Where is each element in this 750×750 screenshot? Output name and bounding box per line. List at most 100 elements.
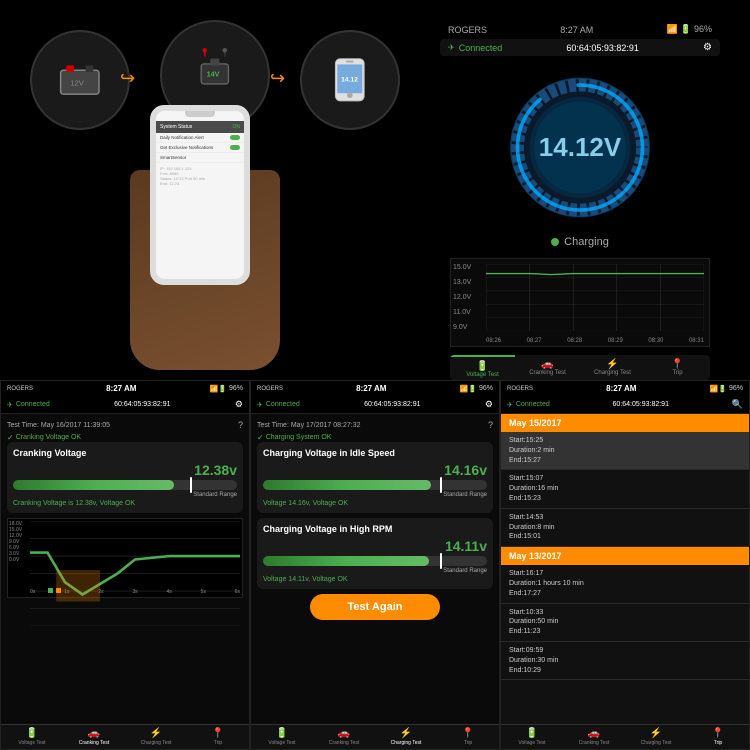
history-item-2[interactable]: Start:15:07Duration:16 minEnd:15:23: [501, 470, 749, 508]
tab-trip-p2[interactable]: 📍 Trip: [437, 728, 499, 746]
top-tab-trip[interactable]: 📍 Trip: [645, 355, 710, 380]
history-item-5[interactable]: Start:10:33Duration:50 minEnd:11:23: [501, 604, 749, 642]
mac-p2: 60:64:05:93:82:91: [364, 401, 420, 408]
mac-p1: 60:64:05:93:82:91: [114, 401, 170, 408]
history-item-4[interactable]: Start:16:17Duration:1 hours 10 minEnd:17…: [501, 565, 749, 603]
top-tab-bar: 🔋 Voltage Test 🚗 Cranking Test ⚡ Chargin…: [450, 355, 710, 380]
svg-text:12V: 12V: [70, 79, 85, 88]
history-item-3[interactable]: Start:14:53Duration:8 minEnd:15:01: [501, 509, 749, 547]
battery-top: 📶 🔋 96%: [667, 24, 712, 35]
idle-speed-card: Charging Voltage in Idle Speed 14.16v St…: [257, 442, 493, 513]
progress-bar-card1-p2: [263, 480, 487, 490]
gear-p2[interactable]: ⚙: [485, 399, 493, 410]
progress-bar-card2-p2: [263, 556, 487, 566]
tab-charging-p3[interactable]: ⚡ Charging Test: [625, 728, 687, 746]
tab-cranking-p3[interactable]: 🚗 Cranking Test: [563, 728, 625, 746]
screen-content-p2: Test Time: May 17/2017 08:27:32 ? ✓ Char…: [251, 414, 499, 724]
tab-voltage-p2[interactable]: 🔋 Voltage Test: [251, 728, 313, 746]
history-item-6[interactable]: Start:09:59Duration:30 minEnd:10:29: [501, 642, 749, 680]
tab-trip-p1[interactable]: 📍 Trip: [187, 728, 249, 746]
gear-button-top[interactable]: ⚙: [703, 42, 712, 53]
top-tab-charging[interactable]: ⚡ Charging Test: [580, 355, 645, 380]
tab-charging-p1[interactable]: ⚡ Charging Test: [125, 728, 187, 746]
connected-p2: Connected: [266, 401, 300, 408]
conn-bar-p2: ✈Connected 60:64:05:93:82:91 ⚙: [251, 396, 499, 414]
card2-voltage-p2: 14.11v: [263, 538, 487, 554]
test-again-button[interactable]: Test Again: [310, 594, 440, 620]
top-section: 12V ↩ 14V ↪: [0, 0, 750, 380]
sb-phone3: ROGERS 8:27 AM 📶🔋96%: [501, 381, 749, 396]
voltage-display-area: ROGERS 8:27 AM 📶 🔋 96% Connected 60:64:0…: [440, 20, 720, 380]
voltage-ring: 14.12V: [500, 74, 660, 221]
diagram-circle-1: 12V: [30, 30, 130, 130]
tab-cranking-p1[interactable]: 🚗 Cranking Test: [63, 728, 125, 746]
card1-voltage-p2: 14.16v: [263, 462, 487, 478]
bottom-row: ROGERS 8:27 AM 📶🔋96% ✈Connected 60:64:05…: [0, 380, 750, 750]
chart-x-p1: 0s1s2s3s4s5s6s: [30, 589, 240, 595]
top-tab-cranking[interactable]: 🚗 Cranking Test: [515, 355, 580, 380]
voltage-reading-p1: 12.38v: [13, 462, 237, 478]
tab-charging-p2[interactable]: ⚡ Charging Test: [375, 728, 437, 746]
screen-content-p1: Test Time: May 16/2017 11:39:05 ? ✓ Cran…: [1, 414, 249, 724]
date-header-1: May 15/2017: [501, 414, 749, 432]
voltage-value: 14.12V: [539, 132, 621, 163]
phone-row-2: Get Exclusive Notifications: [156, 143, 244, 153]
svg-text:14V: 14V: [207, 70, 220, 79]
card1-status-p2: Voltage 14.16v, Voltage OK: [263, 500, 487, 507]
test-ok-p2: ✓ Charging System OK: [257, 433, 493, 442]
test-ok-p1: ✓ Cranking Voltage OK: [7, 433, 243, 442]
icons-p2: 📶🔋96%: [460, 385, 493, 393]
progress-bar-p1: [13, 480, 237, 490]
chart-y-labels: 15.0V 13.0V 12.0V 11.0V 9.0V: [453, 264, 471, 331]
phone-row-1: Daily Notification Alert: [156, 133, 244, 143]
tab-bar-p1: 🔋 Voltage Test 🚗 Cranking Test ⚡ Chargin…: [1, 724, 249, 749]
diagram-circle-3: 14.12: [300, 30, 400, 130]
hand-with-phone: System Status ON Daily Notification Aler…: [100, 120, 310, 370]
conn-left-p3: ✈Connected: [507, 401, 550, 409]
top-tab-voltage[interactable]: 🔋 Voltage Test: [450, 355, 515, 380]
diagram-area: 12V ↩ 14V ↪: [0, 0, 420, 380]
time-top: 8:27 AM: [560, 25, 593, 35]
search-p3[interactable]: 🔍: [732, 399, 743, 410]
card2-title-p2: Charging Voltage in High RPM: [263, 524, 487, 534]
mini-chart: 15.0V 13.0V 12.0V 11.0V 9.0V: [450, 258, 710, 347]
phone-cranking: ROGERS 8:27 AM 📶🔋96% ✈Connected 60:64:05…: [0, 380, 250, 750]
tab-voltage-p1[interactable]: 🔋 Voltage Test: [1, 728, 63, 746]
phone-row-3: SmartSensor: [156, 153, 244, 163]
cranking-card: Cranking Voltage 12.38v Standard Range C…: [7, 442, 243, 513]
tab-bar-p3: 🔋 Voltage Test 🚗 Cranking Test ⚡ Chargin…: [501, 724, 749, 749]
help-icon-p2[interactable]: ?: [488, 420, 493, 430]
carrier-p2: ROGERS: [257, 386, 283, 392]
cranking-chart: 18.0V 15.0V 12.0V 9.0V 6.0V 3.0V 0.0V: [7, 518, 243, 598]
arrow-left: ↩: [120, 68, 135, 89]
help-icon-p1[interactable]: ?: [238, 420, 243, 430]
connected-label: Connected: [448, 43, 502, 53]
tab-bar-p2: 🔋 Voltage Test 🚗 Cranking Test ⚡ Chargin…: [251, 724, 499, 749]
phone-app-header: System Status: [160, 124, 192, 130]
connected-bar-top: Connected 60:64:05:93:82:91 ⚙: [440, 39, 720, 56]
tab-voltage-p3[interactable]: 🔋 Voltage Test: [501, 728, 563, 746]
carrier-p3: ROGERS: [507, 386, 533, 392]
icons-p1: 📶🔋96%: [210, 385, 243, 393]
high-rpm-card: Charging Voltage in High RPM 14.11v Stan…: [257, 518, 493, 589]
carrier-top: ROGERS: [448, 25, 487, 35]
phone-charging: ROGERS 8:27 AM 📶🔋96% ✈Connected 60:64:05…: [250, 380, 500, 750]
tab-cranking-p2[interactable]: 🚗 Cranking Test: [313, 728, 375, 746]
arrow-right: ↪: [270, 68, 285, 89]
history-item-1[interactable]: Start:15:25Duration:2 minEnd:15:27: [501, 432, 749, 470]
status-bar-top: ROGERS 8:27 AM 📶 🔋 96%: [440, 20, 720, 39]
sb-phone1: ROGERS 8:27 AM 📶🔋96%: [1, 381, 249, 396]
tab-trip-p3[interactable]: 📍 Trip: [687, 728, 749, 746]
test-time-p1: Test Time: May 16/2017 11:39:05: [7, 422, 110, 429]
phone-trip: ROGERS 8:27 AM 📶🔋96% ✈Connected 60:64:05…: [500, 380, 750, 750]
conn-bar-p1: ✈Connected 60:64:05:93:82:91 ⚙: [1, 396, 249, 414]
sb-phone2: ROGERS 8:27 AM 📶🔋96%: [251, 381, 499, 396]
gear-p1[interactable]: ⚙: [235, 399, 243, 410]
test-time-p2: Test Time: May 17/2017 08:27:32: [257, 422, 361, 429]
chart-grid: [486, 264, 704, 331]
chart-y-p1: 18.0V 15.0V 12.0V 9.0V 6.0V 3.0V 0.0V: [9, 521, 22, 563]
conn-bar-p3: ✈Connected 60:64:05:93:82:91 🔍: [501, 396, 749, 414]
conn-left-p2: ✈Connected: [257, 401, 300, 409]
time-p3: 8:27 AM: [606, 384, 636, 393]
svg-text:14.12: 14.12: [341, 77, 358, 84]
